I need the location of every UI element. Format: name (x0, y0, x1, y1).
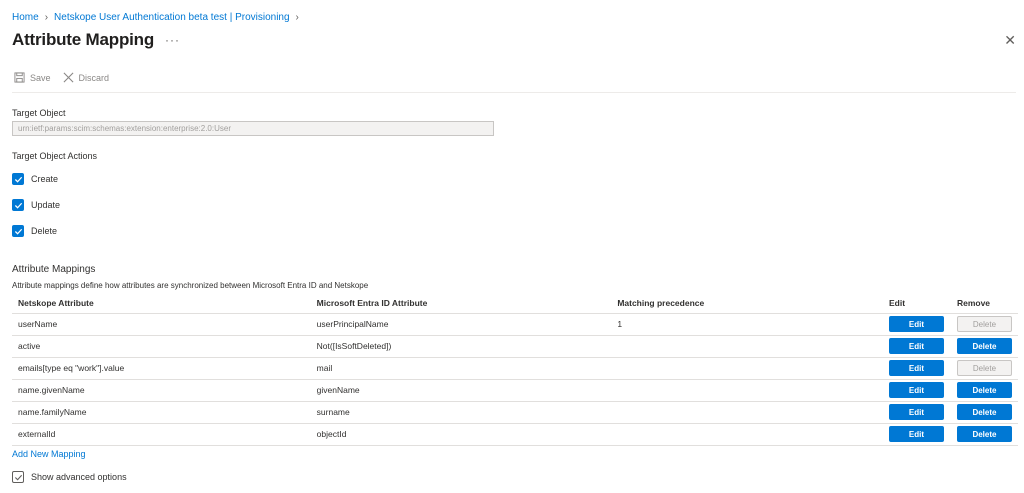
discard-icon (63, 72, 73, 83)
entra-attribute-cell: mail (310, 357, 612, 380)
save-label: Save (30, 72, 51, 83)
create-checkbox-row[interactable]: Create (12, 173, 58, 185)
breadcrumb: Home › Netskope User Authentication beta… (12, 12, 305, 23)
delete-label: Delete (31, 226, 58, 236)
command-bar: Save Discard (14, 72, 109, 83)
column-header-netskope-attribute: Netskope Attribute (12, 293, 311, 314)
edit-button[interactable]: Edit (888, 360, 944, 376)
target-object-label: Target Object (12, 108, 66, 118)
precedence-cell (611, 335, 883, 358)
attribute-mappings-title: Attribute Mappings (12, 264, 96, 275)
toolbar-divider (12, 92, 1016, 93)
entra-attribute-cell: surname (310, 401, 612, 424)
discard-button[interactable]: Discard (63, 72, 110, 83)
edit-button[interactable]: Edit (888, 338, 944, 354)
netskope-attribute-cell: active (12, 335, 311, 358)
delete-button[interactable]: Delete (956, 338, 1012, 354)
save-icon (14, 72, 25, 83)
precedence-cell (611, 357, 883, 380)
page-title: Attribute Mapping (12, 30, 155, 49)
target-actions-label: Target Object Actions (12, 151, 98, 161)
breadcrumb-provisioning[interactable]: Netskope User Authentication beta test |… (54, 12, 290, 23)
more-options-icon[interactable]: ··· (165, 33, 180, 47)
chevron-right-icon: › (44, 12, 49, 23)
create-label: Create (31, 174, 59, 184)
delete-button[interactable]: Delete (956, 426, 1012, 442)
edit-button[interactable]: Edit (888, 316, 944, 332)
attribute-mappings-table: Netskope Attribute Microsoft Entra ID At… (12, 293, 1018, 446)
target-object-field: urn:ietf:params:scim:schemas:extension:e… (12, 121, 494, 136)
precedence-cell: 1 (611, 313, 883, 336)
column-header-edit: Edit (882, 293, 951, 314)
table-row: name.givenName givenName Edit Delete (12, 379, 1018, 402)
netskope-attribute-cell: emails[type eq "work"].value (12, 357, 311, 380)
attribute-mappings-description: Attribute mappings define how attributes… (12, 281, 369, 290)
delete-button-disabled: Delete (956, 316, 1012, 332)
delete-checkbox[interactable] (12, 225, 24, 237)
checkmark-icon (14, 228, 22, 235)
update-label: Update (31, 200, 61, 210)
breadcrumb-home[interactable]: Home (12, 12, 39, 23)
precedence-cell (611, 423, 883, 446)
table-row: emails[type eq "work"].value mail Edit D… (12, 357, 1018, 380)
delete-button[interactable]: Delete (956, 404, 1012, 420)
add-new-mapping-link[interactable]: Add New Mapping (12, 449, 86, 459)
create-checkbox[interactable] (12, 173, 24, 185)
delete-button-disabled: Delete (956, 360, 1012, 376)
advanced-options-label: Show advanced options (31, 472, 127, 482)
edit-button[interactable]: Edit (888, 404, 944, 420)
delete-button[interactable]: Delete (956, 382, 1012, 398)
checkmark-icon (14, 176, 22, 183)
table-header-row: Netskope Attribute Microsoft Entra ID At… (12, 293, 1018, 314)
edit-button[interactable]: Edit (888, 426, 944, 442)
entra-attribute-cell: givenName (310, 379, 612, 402)
update-checkbox[interactable] (12, 199, 24, 211)
netskope-attribute-cell: externalId (12, 423, 311, 446)
discard-label: Discard (78, 72, 110, 83)
chevron-right-icon: › (295, 12, 299, 23)
netskope-attribute-cell: name.familyName (12, 401, 311, 424)
save-button[interactable]: Save (14, 72, 51, 83)
checkmark-icon (14, 202, 22, 209)
column-header-entra-attribute: Microsoft Entra ID Attribute (310, 293, 612, 314)
netskope-attribute-cell: userName (12, 313, 311, 336)
entra-attribute-cell: Not([IsSoftDeleted]) (310, 335, 612, 358)
edit-button[interactable]: Edit (888, 382, 944, 398)
column-header-remove: Remove (950, 293, 1018, 314)
delete-checkbox-row[interactable]: Delete (12, 225, 57, 237)
netskope-attribute-cell: name.givenName (12, 379, 311, 402)
table-row: externalId objectId Edit Delete (12, 423, 1018, 446)
table-row: userName userPrincipalName 1 Edit Delete (12, 313, 1018, 336)
precedence-cell (611, 401, 883, 424)
update-checkbox-row[interactable]: Update (12, 199, 60, 211)
close-icon[interactable]: ✕ (1004, 32, 1016, 49)
table-row: name.familyName surname Edit Delete (12, 401, 1018, 424)
entra-attribute-cell: objectId (310, 423, 612, 446)
advanced-options-row[interactable]: Show advanced options (12, 471, 127, 483)
table-row: active Not([IsSoftDeleted]) Edit Delete (12, 335, 1018, 358)
precedence-cell (611, 379, 883, 402)
entra-attribute-cell: userPrincipalName (310, 313, 612, 336)
checkmark-icon (14, 474, 22, 481)
advanced-options-checkbox[interactable] (12, 471, 24, 483)
column-header-matching-precedence: Matching precedence (611, 293, 883, 314)
